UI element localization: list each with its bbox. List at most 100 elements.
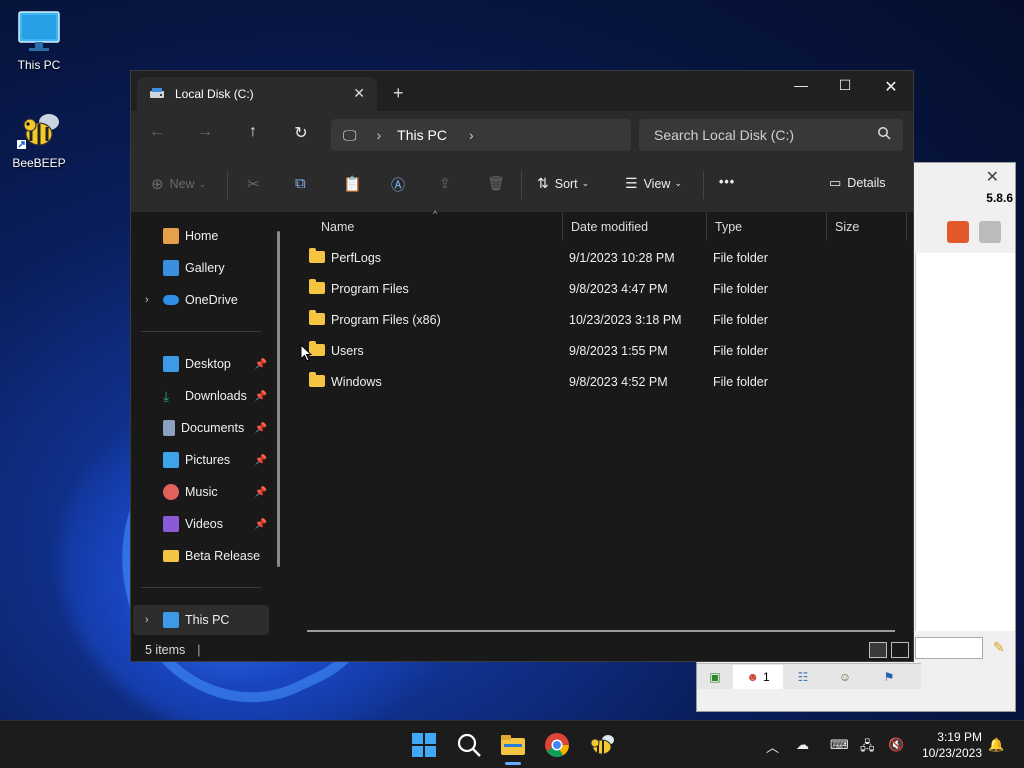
clear-icon[interactable]: ✎ [993, 639, 1005, 656]
nav-item-desktop[interactable]: Desktop 📌 [133, 349, 269, 379]
nav-label: Downloads [185, 389, 247, 403]
details-button[interactable]: ▭ Details [829, 175, 886, 191]
title-bar: Local Disk (C:) ✕ + — ☐ ✕ [131, 71, 913, 111]
message-input[interactable] [915, 637, 983, 659]
close-window-icon[interactable]: ✕ [871, 77, 911, 97]
file-row-program-files[interactable]: Program Files 9/8/2023 4:47 PM File fold… [299, 274, 899, 304]
tab-groups-icon[interactable]: ☷ [783, 670, 823, 684]
file-name: Windows [331, 375, 382, 389]
file-row-program-files-x86[interactable]: Program Files (x86) 10/23/2023 3:18 PM F… [299, 305, 899, 335]
nav-item-beta-release[interactable]: Beta Release [133, 541, 269, 571]
chevron-up-icon[interactable]: ︿ [766, 737, 779, 756]
desktop-icon-beebeep[interactable]: BeeBEEP [1, 108, 77, 170]
close-icon[interactable]: ✕ [986, 167, 999, 187]
chevron-down-icon: ⌄ [674, 178, 682, 188]
pin-icon[interactable]: 📌 [255, 487, 267, 498]
clock-date: 10/23/2023 [921, 746, 982, 760]
share-icon[interactable]: ⇪ [439, 175, 451, 192]
clock[interactable]: 3:19 PM 10/23/2023 [922, 729, 982, 761]
horizontal-scrollbar[interactable] [307, 630, 895, 632]
document-icon [163, 420, 175, 436]
nav-scrollbar[interactable] [277, 231, 280, 567]
column-header-size[interactable]: Size [827, 213, 907, 241]
desktop-icon-this-pc[interactable]: This PC [1, 10, 77, 72]
column-header-type[interactable]: Type [707, 213, 827, 241]
search-icon[interactable] [455, 731, 483, 759]
notification-bell-icon[interactable]: 🔔 [988, 737, 1004, 753]
nav-label: Gallery [185, 261, 225, 275]
user-count: 1 [762, 669, 770, 684]
nav-item-documents[interactable]: Documents 📌 [133, 413, 269, 443]
trash-icon[interactable] [979, 221, 1001, 243]
pin-icon[interactable]: 📌 [255, 423, 267, 434]
copy-icon[interactable]: ⧉ [295, 175, 306, 192]
sort-button[interactable]: ⇅ Sort ⌄ [537, 175, 589, 192]
delete-icon[interactable]: 🗑 [487, 175, 505, 192]
file-row-windows[interactable]: Windows 9/8/2023 4:52 PM File folder [299, 367, 899, 397]
tiles-view-icon[interactable] [891, 642, 909, 658]
file-explorer-icon[interactable] [499, 731, 527, 765]
monitor-icon [17, 10, 61, 54]
nav-item-gallery[interactable]: Gallery [133, 253, 269, 283]
details-view-icon[interactable] [869, 642, 887, 658]
keyboard-icon[interactable]: ⌨ [830, 737, 849, 753]
close-tab-icon[interactable]: ✕ [353, 85, 365, 102]
chevron-right-icon[interactable]: › [145, 294, 149, 306]
beebeep-taskbar-icon[interactable] [588, 731, 616, 759]
desktop-icon-label: This PC [17, 58, 61, 72]
view-button[interactable]: ☰ View ⌄ [625, 175, 682, 192]
tab-local-disk[interactable]: Local Disk (C:) ✕ [137, 77, 377, 111]
nav-item-home[interactable]: Home [133, 221, 269, 251]
tab-chat-icon[interactable]: ▣ [697, 670, 733, 684]
onedrive-tray-icon[interactable]: ☁ [796, 737, 809, 753]
search-input[interactable]: Search Local Disk (C:) [639, 119, 903, 151]
maximize-icon[interactable]: ☐ [825, 77, 865, 94]
chrome-icon[interactable] [543, 731, 571, 759]
tab-users[interactable]: ☻ 1 [733, 664, 783, 689]
more-options-button[interactable]: ••• [719, 175, 735, 189]
pin-icon[interactable]: 📌 [255, 359, 267, 370]
nav-item-onedrive[interactable]: › OneDrive [133, 285, 269, 315]
forward-arrow-icon[interactable]: → [193, 123, 217, 145]
desktop-icon-label: BeeBEEP [12, 156, 66, 170]
minimize-icon[interactable]: — [781, 77, 821, 93]
start-windows-icon[interactable] [410, 731, 438, 759]
tab-share-icon[interactable]: ⚑ [867, 670, 911, 684]
nav-item-videos[interactable]: Videos 📌 [133, 509, 269, 539]
rename-icon[interactable]: Ⓐ [391, 175, 405, 195]
nav-item-pictures[interactable]: Pictures 📌 [133, 445, 269, 475]
cut-icon[interactable]: ✂ [247, 175, 260, 193]
nav-item-downloads[interactable]: ⤓ Downloads 📌 [133, 381, 269, 411]
file-type: File folder [713, 344, 768, 358]
new-tab-button[interactable]: + [393, 83, 404, 104]
pin-icon[interactable]: 📌 [255, 391, 267, 402]
breadcrumb-this-pc[interactable]: This PC [397, 127, 447, 143]
divider [227, 171, 228, 199]
nav-label: Documents [181, 421, 245, 435]
volume-muted-icon[interactable]: 🔇 [888, 737, 904, 753]
refresh-icon[interactable]: ↻ [289, 123, 313, 145]
chevron-right-icon[interactable]: › [145, 614, 149, 626]
address-bar[interactable]: 🖵 › This PC › [331, 119, 631, 151]
file-date: 9/8/2023 4:52 PM [569, 375, 668, 389]
pin-icon[interactable]: 📌 [255, 519, 267, 530]
chevron-right-icon[interactable]: › [469, 127, 474, 143]
network-icon[interactable]: 🖧 [860, 737, 875, 759]
back-arrow-icon[interactable]: ← [145, 123, 169, 145]
nav-label: Desktop [185, 357, 231, 371]
pin-icon[interactable]: 📌 [255, 455, 267, 466]
drive-icon [149, 86, 165, 103]
nav-item-this-pc[interactable]: › This PC [133, 605, 269, 635]
file-row-users[interactable]: Users 9/8/2023 1:55 PM File folder [299, 336, 899, 366]
tab-people-icon[interactable]: ☺ [823, 670, 867, 684]
file-explorer-window: Local Disk (C:) ✕ + — ☐ ✕ ← → ↑ ↻ 🖵 › Th… [130, 70, 914, 662]
nav-item-music[interactable]: Music 📌 [133, 477, 269, 507]
file-row-perflogs[interactable]: PerfLogs 9/1/2023 10:28 PM File folder [299, 243, 899, 273]
up-arrow-icon[interactable]: ↑ [241, 123, 265, 145]
column-header-name[interactable]: Name ^ [313, 209, 563, 241]
new-button[interactable]: ⊕ New ⌄ [151, 175, 206, 193]
paste-icon[interactable]: 📋 [343, 175, 362, 193]
column-header-date[interactable]: Date modified [563, 213, 707, 241]
music-icon [163, 484, 179, 500]
upload-icon[interactable] [947, 221, 969, 243]
